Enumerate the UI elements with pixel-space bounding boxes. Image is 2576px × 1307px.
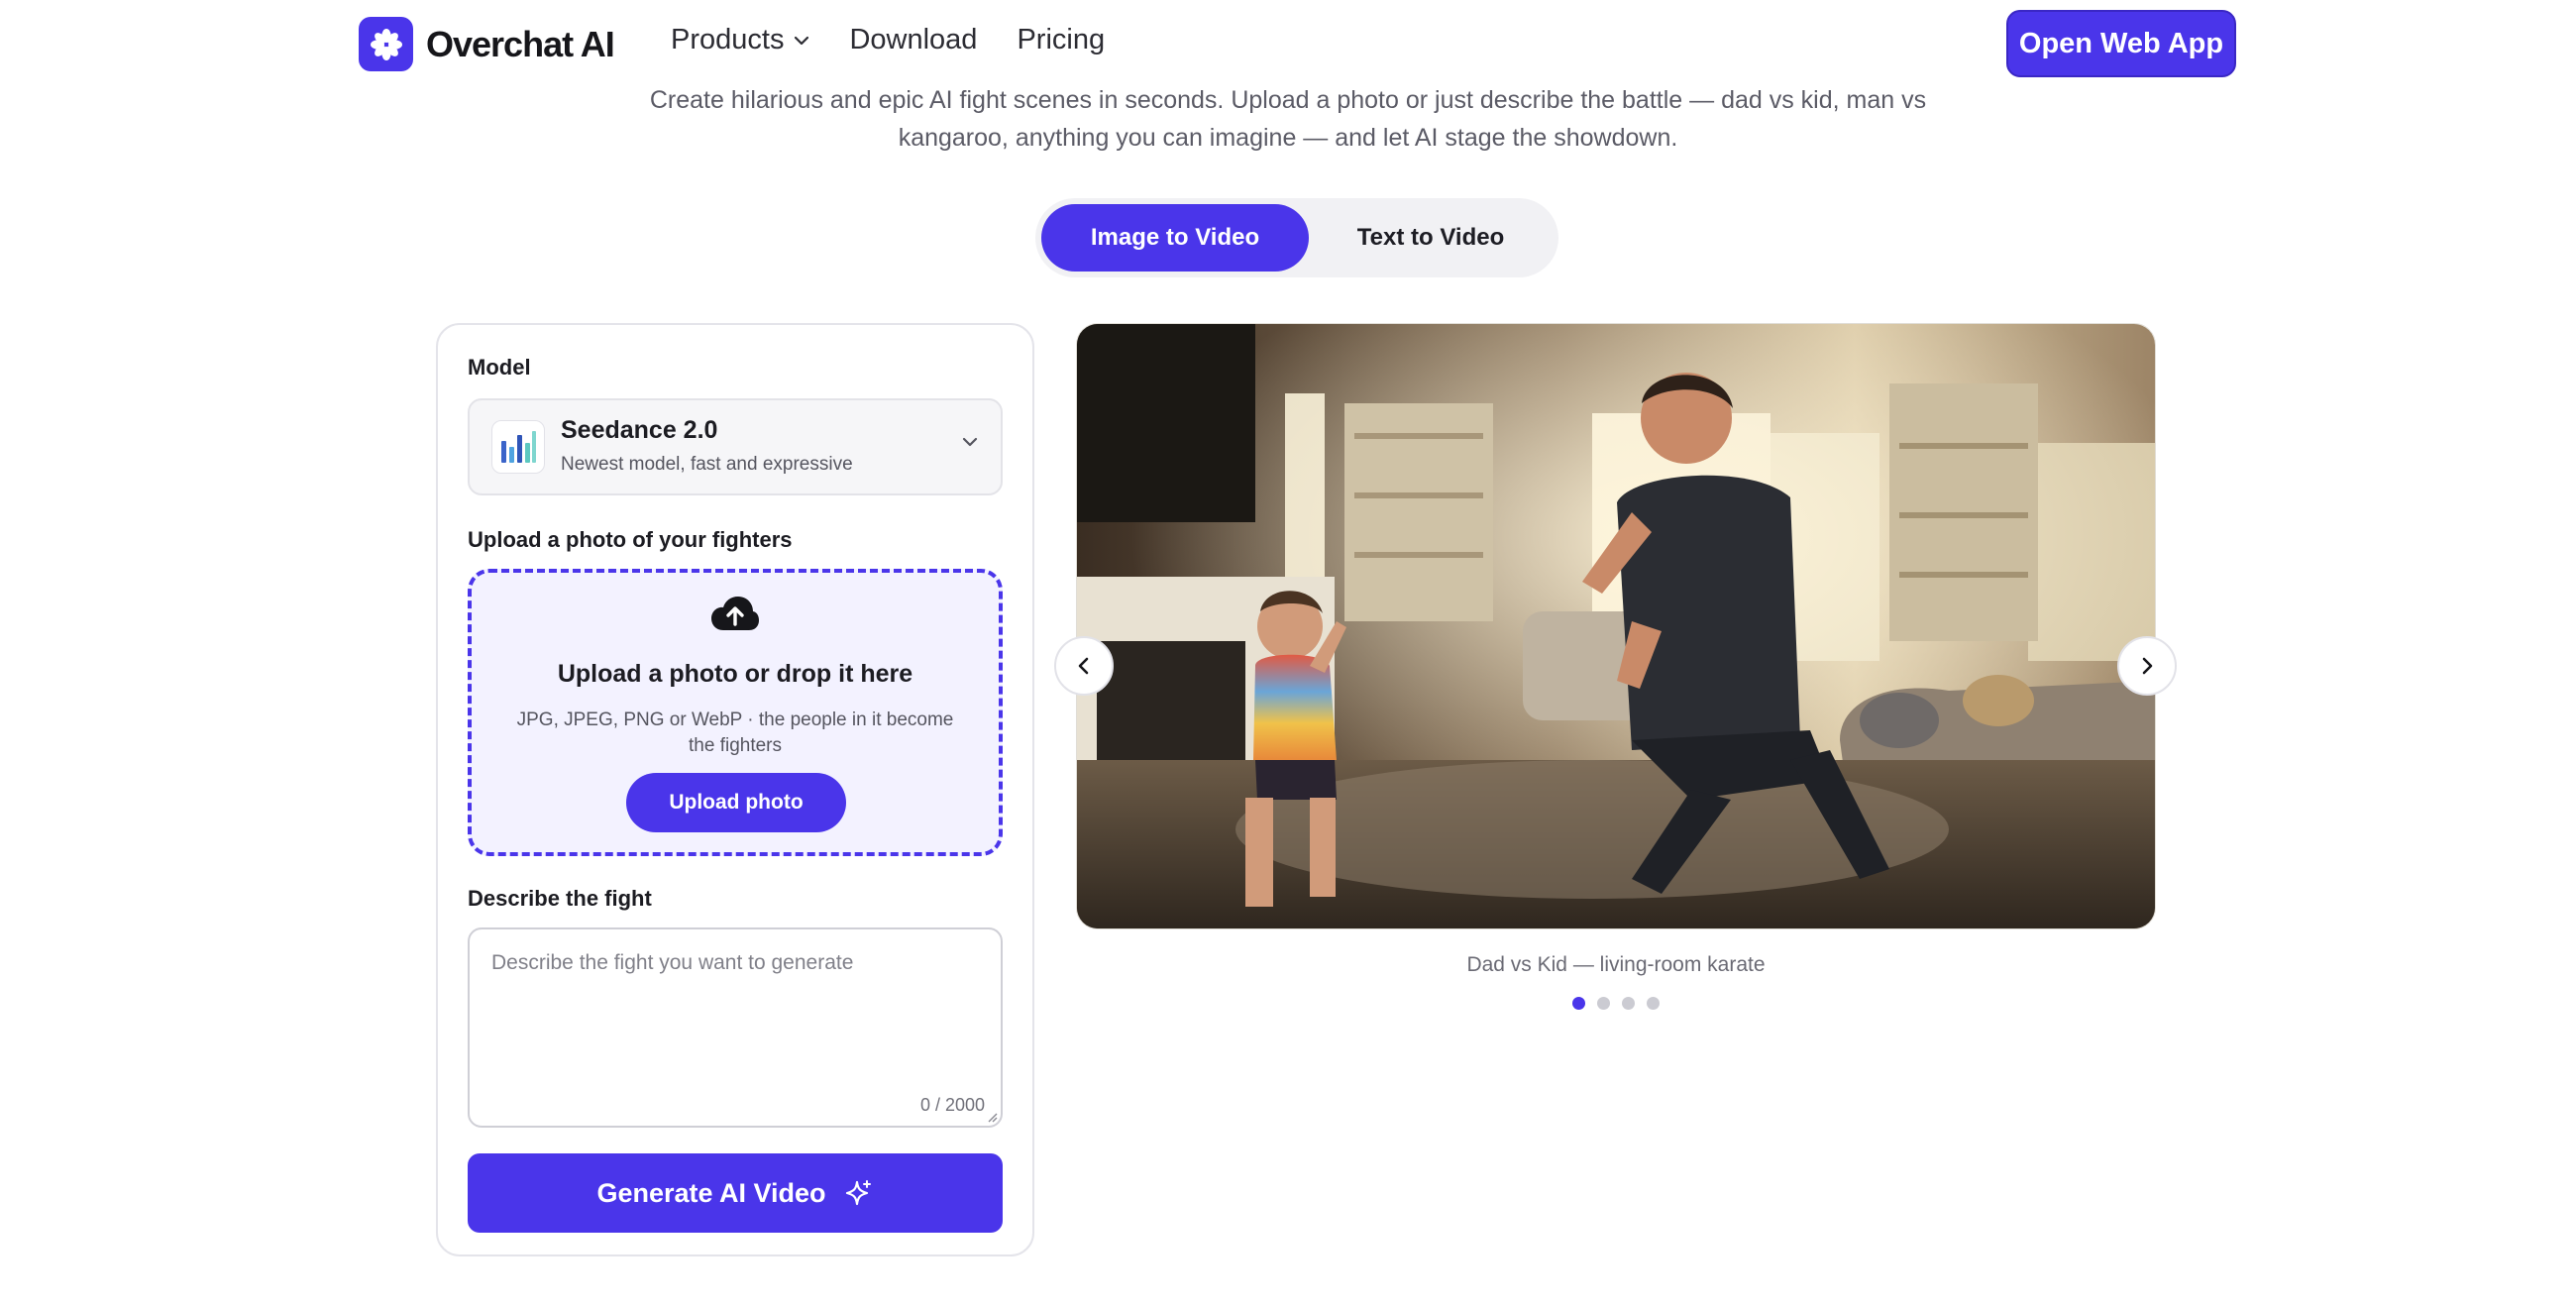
- hero-subtitle: Create hilarious and epic AI fight scene…: [594, 81, 1982, 157]
- logo-asterisk-icon: [359, 17, 413, 71]
- model-select[interactable]: Seedance 2.0 Newest model, fast and expr…: [468, 398, 1003, 495]
- hero-subtitle-line-1: Create hilarious and epic AI fight scene…: [649, 86, 1927, 114]
- describe-label: Describe the fight: [468, 886, 652, 911]
- model-description: Newest model, fast and expressive: [561, 454, 853, 475]
- fight-scene-illustration: [1077, 324, 2155, 928]
- upload-photo-button[interactable]: Upload photo: [626, 773, 846, 832]
- generate-button-label: Generate AI Video: [596, 1177, 826, 1208]
- char-counter: 0 / 2000: [919, 1095, 985, 1115]
- logo[interactable]: Overchat AI: [359, 17, 615, 71]
- brand-name: Overchat AI: [426, 23, 615, 64]
- chevron-right-icon: [2142, 657, 2153, 675]
- nav-products[interactable]: Products: [671, 24, 809, 56]
- upload-hint: JPG, JPEG, PNG or WebP · the people in i…: [516, 709, 954, 756]
- carousel-dot[interactable]: [1572, 997, 1585, 1010]
- fight-description-textarea[interactable]: Describe the fight you want to generate …: [468, 927, 1003, 1128]
- tab-image-to-video[interactable]: Image to Video: [1041, 204, 1309, 272]
- cloud-upload-icon: [711, 597, 759, 630]
- generator-form-card: Model Seedance 2.0 Newest model, fast an…: [436, 323, 1034, 1256]
- upload-label: Upload a photo of your fighters: [468, 527, 793, 552]
- nav-download[interactable]: Download: [849, 24, 977, 56]
- tab-text-to-video[interactable]: Text to Video: [1309, 204, 1553, 272]
- carousel-dots: [1572, 997, 1660, 1010]
- carousel-dot[interactable]: [1597, 997, 1610, 1010]
- textarea-placeholder: Describe the fight you want to generate: [491, 951, 854, 974]
- model-label: Model: [468, 355, 531, 380]
- carousel-next-button[interactable]: [2117, 636, 2177, 696]
- sparkle-icon: [845, 1180, 871, 1206]
- upload-dropzone[interactable]: Upload a photo or drop it here JPG, JPEG…: [468, 569, 1003, 856]
- carousel-caption: Dad vs Kid — living-room karate: [1466, 953, 1766, 976]
- nav-products-label: Products: [671, 24, 785, 55]
- chevron-down-icon: [795, 36, 809, 45]
- carousel-slide-image: [1076, 323, 2156, 929]
- resize-handle-icon[interactable]: [986, 1111, 998, 1123]
- carousel-prev-button[interactable]: [1054, 636, 1114, 696]
- nav-pricing[interactable]: Pricing: [1017, 24, 1105, 56]
- generate-ai-video-button[interactable]: Generate AI Video: [468, 1153, 1003, 1233]
- carousel-dot[interactable]: [1647, 997, 1660, 1010]
- chevron-left-icon: [1078, 657, 1089, 675]
- nav-links: Products Download Pricing: [671, 24, 1105, 56]
- upload-title: Upload a photo or drop it here: [557, 660, 913, 688]
- open-web-app-button[interactable]: Open Web App: [2006, 10, 2236, 77]
- model-name: Seedance 2.0: [561, 416, 718, 444]
- carousel-dot[interactable]: [1622, 997, 1635, 1010]
- mode-switch: Image to Video Text to Video: [1035, 198, 1558, 277]
- bar-chart-icon: [491, 420, 545, 474]
- page: Overchat AI Products Download Pricing Op…: [0, 0, 2576, 1307]
- hero-subtitle-line-2: kangaroo, anything you can imagine — and…: [898, 124, 1678, 152]
- chevron-down-icon: [962, 437, 978, 447]
- top-nav: Overchat AI Products Download Pricing Op…: [0, 0, 2576, 87]
